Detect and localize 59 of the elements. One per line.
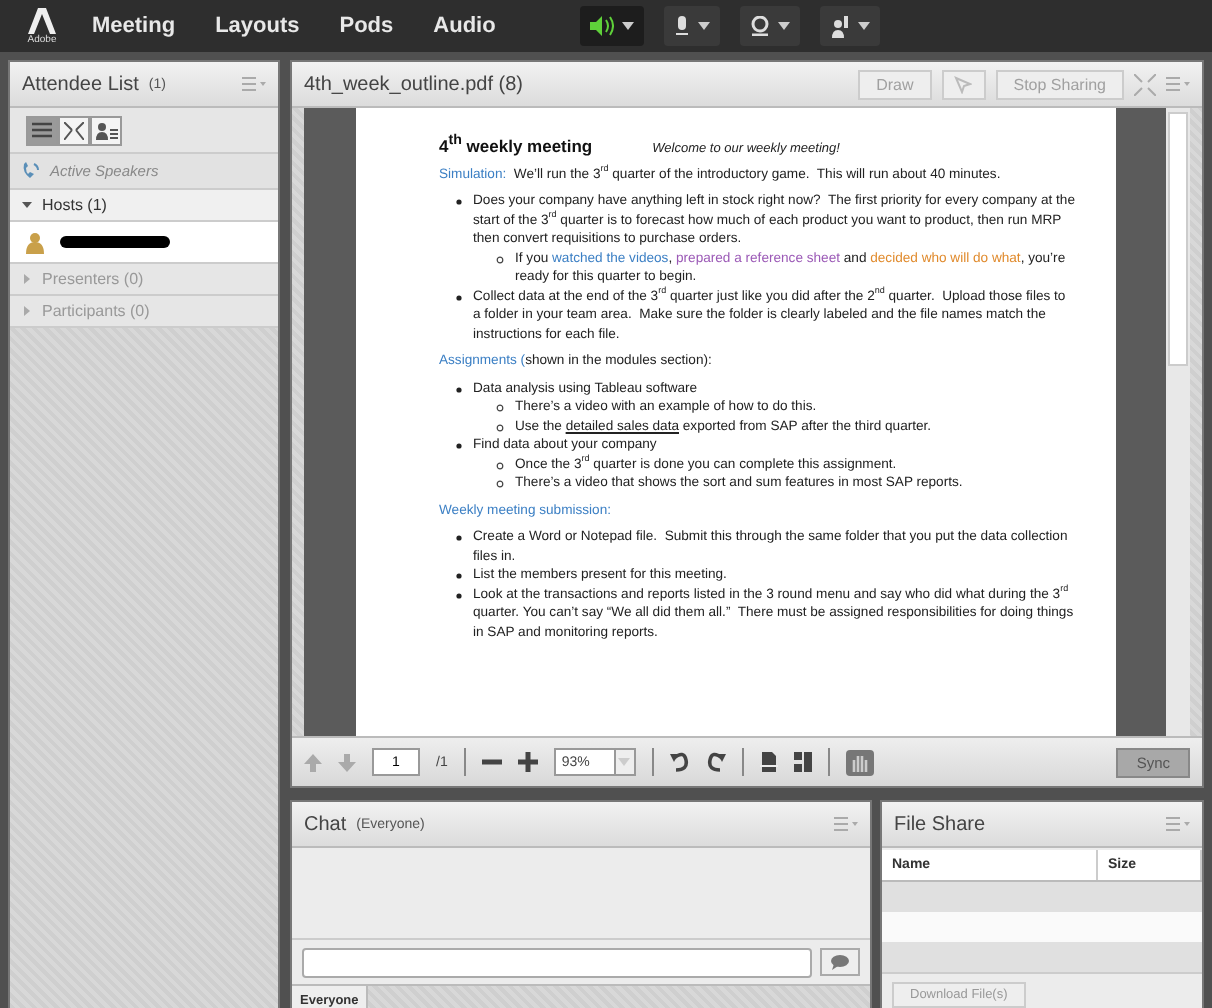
- toolbar-button[interactable]: [819, 6, 880, 46]
- toolbar-button[interactable]: [663, 6, 720, 46]
- pod-title: Attendee List: [22, 73, 139, 95]
- page-icon: [759, 752, 778, 772]
- caret-icon: [618, 758, 631, 766]
- caret-icon: [857, 22, 870, 30]
- phone-icon: [22, 162, 42, 180]
- view-button[interactable]: [58, 115, 90, 145]
- collapse-icon: [22, 200, 32, 210]
- pod-title: File Share: [894, 813, 986, 835]
- chat-input-field[interactable]: [302, 947, 812, 977]
- raised-hand-icon: [829, 15, 850, 37]
- menu-icon[interactable]: [834, 816, 858, 832]
- rotate-right-icon: [705, 752, 726, 772]
- host-icon: [26, 231, 44, 253]
- redaction-bar: [60, 236, 170, 248]
- fit-width-button[interactable]: [793, 752, 812, 772]
- speaker-icon: [589, 16, 614, 36]
- down-arrow-icon: [338, 753, 356, 771]
- caret-icon: [621, 22, 634, 30]
- fullscreen-icon[interactable]: [1134, 73, 1156, 95]
- group-header[interactable]: Hosts (1): [10, 190, 278, 222]
- menu-icon[interactable]: [1166, 816, 1190, 832]
- logo-icon: [28, 7, 56, 33]
- pages-icon: [793, 752, 812, 772]
- zoom-in-button[interactable]: [517, 752, 538, 772]
- pointer-icon: [954, 75, 973, 93]
- view-button[interactable]: [90, 115, 122, 145]
- menu-icon[interactable]: [1166, 76, 1190, 92]
- plus-icon: [517, 752, 538, 772]
- menu-icon[interactable]: [242, 76, 266, 92]
- scrollbar[interactable]: [1166, 108, 1190, 736]
- menu-item[interactable]: Meeting: [76, 6, 192, 46]
- webcam-icon: [749, 16, 770, 36]
- pod-title: Chat: [304, 813, 347, 835]
- pod-title: 4th_week_outline.pdf (8): [304, 73, 524, 95]
- rotate-left-icon: [669, 752, 690, 772]
- caret-icon: [777, 22, 790, 30]
- view-button[interactable]: [26, 115, 58, 145]
- toolbar-button[interactable]: [579, 6, 644, 46]
- rotate-left-button[interactable]: [669, 752, 690, 772]
- expand-icon: [22, 274, 32, 284]
- fit-page-button[interactable]: [759, 752, 778, 772]
- microphone-icon: [673, 15, 690, 37]
- document-heading: 4$^{th}$ weekly meeting: [439, 132, 593, 156]
- attendee-row[interactable]: [10, 222, 278, 264]
- menu-item[interactable]: Audio: [417, 6, 512, 46]
- up-arrow-icon: [304, 753, 322, 771]
- expand-icon: [22, 306, 32, 316]
- send-button[interactable]: [820, 948, 860, 976]
- toolbar-button[interactable]: [739, 6, 800, 46]
- menu-item[interactable]: Layouts: [199, 6, 316, 46]
- menu-item[interactable]: Pods: [323, 6, 410, 46]
- speech-bubble-icon: [830, 954, 850, 970]
- caret-icon: [697, 22, 710, 30]
- expand-icon: [64, 121, 84, 139]
- rotate-right-button[interactable]: [705, 752, 726, 772]
- person-list-icon: [95, 121, 117, 139]
- list-view-icon: [32, 121, 52, 139]
